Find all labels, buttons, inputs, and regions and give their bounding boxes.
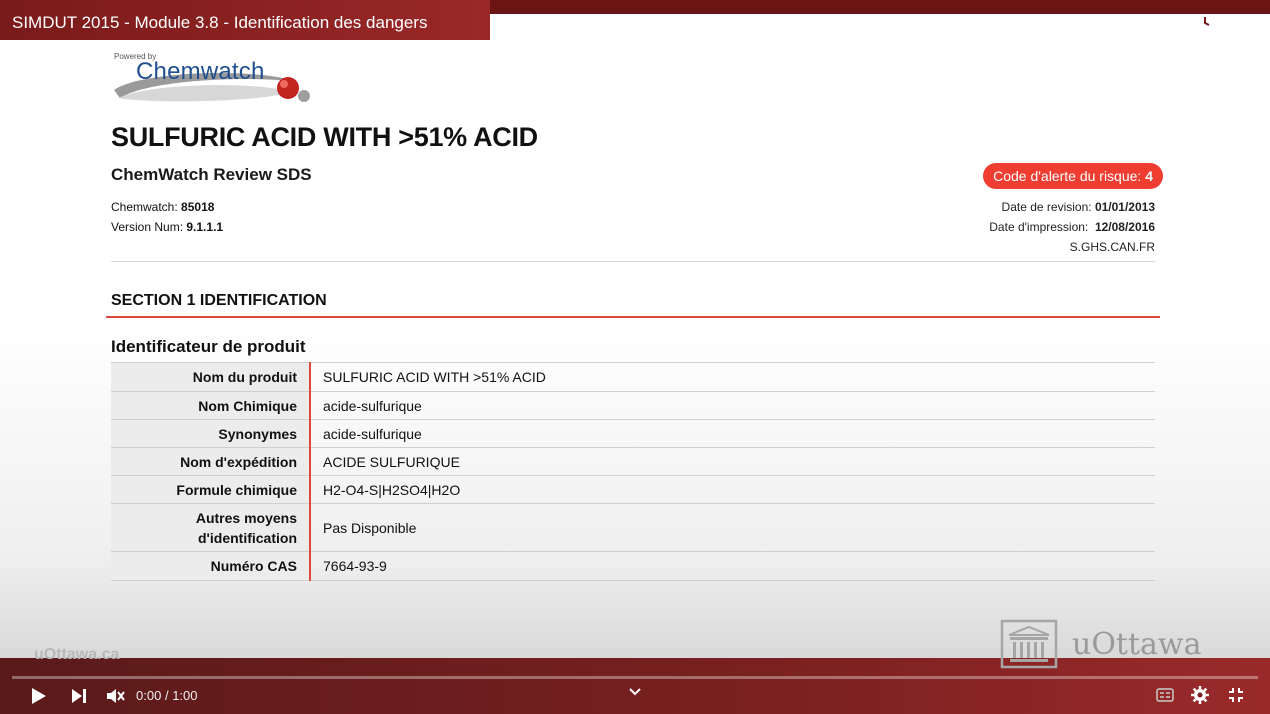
- mute-icon[interactable]: [105, 686, 125, 711]
- document-title: SULFURIC ACID WITH >51% ACID: [111, 122, 538, 152]
- chemwatch-number: Chemwatch: 85018: [111, 200, 215, 214]
- play-icon[interactable]: [30, 686, 48, 711]
- captions-icon[interactable]: [1156, 688, 1174, 707]
- share-icon[interactable]: [1232, 12, 1254, 34]
- document-subtitle: ChemWatch Review SDS: [111, 165, 312, 184]
- video-title[interactable]: SIMDUT 2015 - Module 3.8 - Identificatio…: [12, 13, 427, 33]
- identification-table: Nom du produit SULFURIC ACID WITH >51% A…: [111, 362, 1155, 581]
- chemwatch-logo: Powered by Chemwatch: [112, 52, 322, 106]
- row-label: Synonymes: [111, 419, 311, 448]
- chevron-down-icon[interactable]: [628, 684, 642, 702]
- table-row: Formule chimique H2-O4-S|H2SO4|H2O: [111, 475, 1155, 504]
- top-actions: [1194, 12, 1254, 34]
- divider: [111, 261, 1155, 262]
- site-url: uOttawa.ca: [34, 646, 120, 663]
- subsection-title: Identificateur de produit: [111, 337, 306, 356]
- section-divider: [106, 316, 1160, 318]
- table-row: Autres moyens d'identification Pas Dispo…: [111, 503, 1155, 552]
- progress-bar[interactable]: [12, 676, 1258, 679]
- table-row: Nom du produit SULFURIC ACID WITH >51% A…: [111, 362, 1155, 392]
- building-icon: [1000, 619, 1058, 669]
- document-meta-right: Date de revision: 01/01/2013 Date d'impr…: [989, 197, 1155, 257]
- row-value: ACIDE SULFURIQUE: [310, 447, 1155, 476]
- watch-later-icon[interactable]: [1194, 12, 1216, 34]
- settings-icon[interactable]: [1191, 686, 1209, 709]
- video-frame[interactable]: SIMDUT 2015 - Module 3.8 - Identificatio…: [0, 0, 1270, 714]
- row-label: Formule chimique: [111, 475, 311, 504]
- time-display: 0:00 / 1:00: [136, 688, 198, 703]
- row-value: SULFURIC ACID WITH >51% ACID: [310, 362, 1155, 392]
- revision-date: Date de revision: 01/01/2013: [1001, 200, 1155, 214]
- row-label: Nom du produit: [111, 362, 311, 392]
- table-row: Nom d'expédition ACIDE SULFURIQUE: [111, 447, 1155, 476]
- table-row: Nom Chimique acide-sulfurique: [111, 391, 1155, 420]
- row-value: H2-O4-S|H2SO4|H2O: [310, 475, 1155, 504]
- exit-fullscreen-icon[interactable]: [1228, 687, 1244, 708]
- logo-name: Chemwatch: [136, 58, 265, 85]
- row-label: Nom Chimique: [111, 391, 311, 420]
- next-icon[interactable]: [70, 687, 88, 710]
- uottawa-logo: uOttawa: [1000, 619, 1240, 669]
- document-code: S.GHS.CAN.FR: [1069, 240, 1155, 254]
- row-value: acide-sulfurique: [310, 391, 1155, 420]
- row-label: Autres moyens d'identification: [111, 503, 311, 552]
- table-row: Numéro CAS 7664-93-9: [111, 551, 1155, 581]
- section-title: SECTION 1 IDENTIFICATION: [111, 292, 327, 309]
- row-value: Pas Disponible: [310, 503, 1155, 552]
- print-date: Date d'impression: 12/08/2016: [989, 220, 1155, 234]
- row-label: Numéro CAS: [111, 551, 311, 581]
- document-meta-left: Chemwatch: 85018 Version Num: 9.1.1.1: [111, 197, 223, 237]
- row-value: 7664-93-9: [310, 551, 1155, 581]
- uottawa-wordmark: uOttawa: [1072, 627, 1202, 662]
- hazard-alert-badge: Code d'alerte du risque: 4: [983, 163, 1163, 189]
- row-label: Nom d'expédition: [111, 447, 311, 476]
- row-value: acide-sulfurique: [310, 419, 1155, 448]
- version-number: Version Num: 9.1.1.1: [111, 220, 224, 234]
- player-controls: 0:00 / 1:00: [0, 682, 1270, 712]
- table-row: Synonymes acide-sulfurique: [111, 419, 1155, 448]
